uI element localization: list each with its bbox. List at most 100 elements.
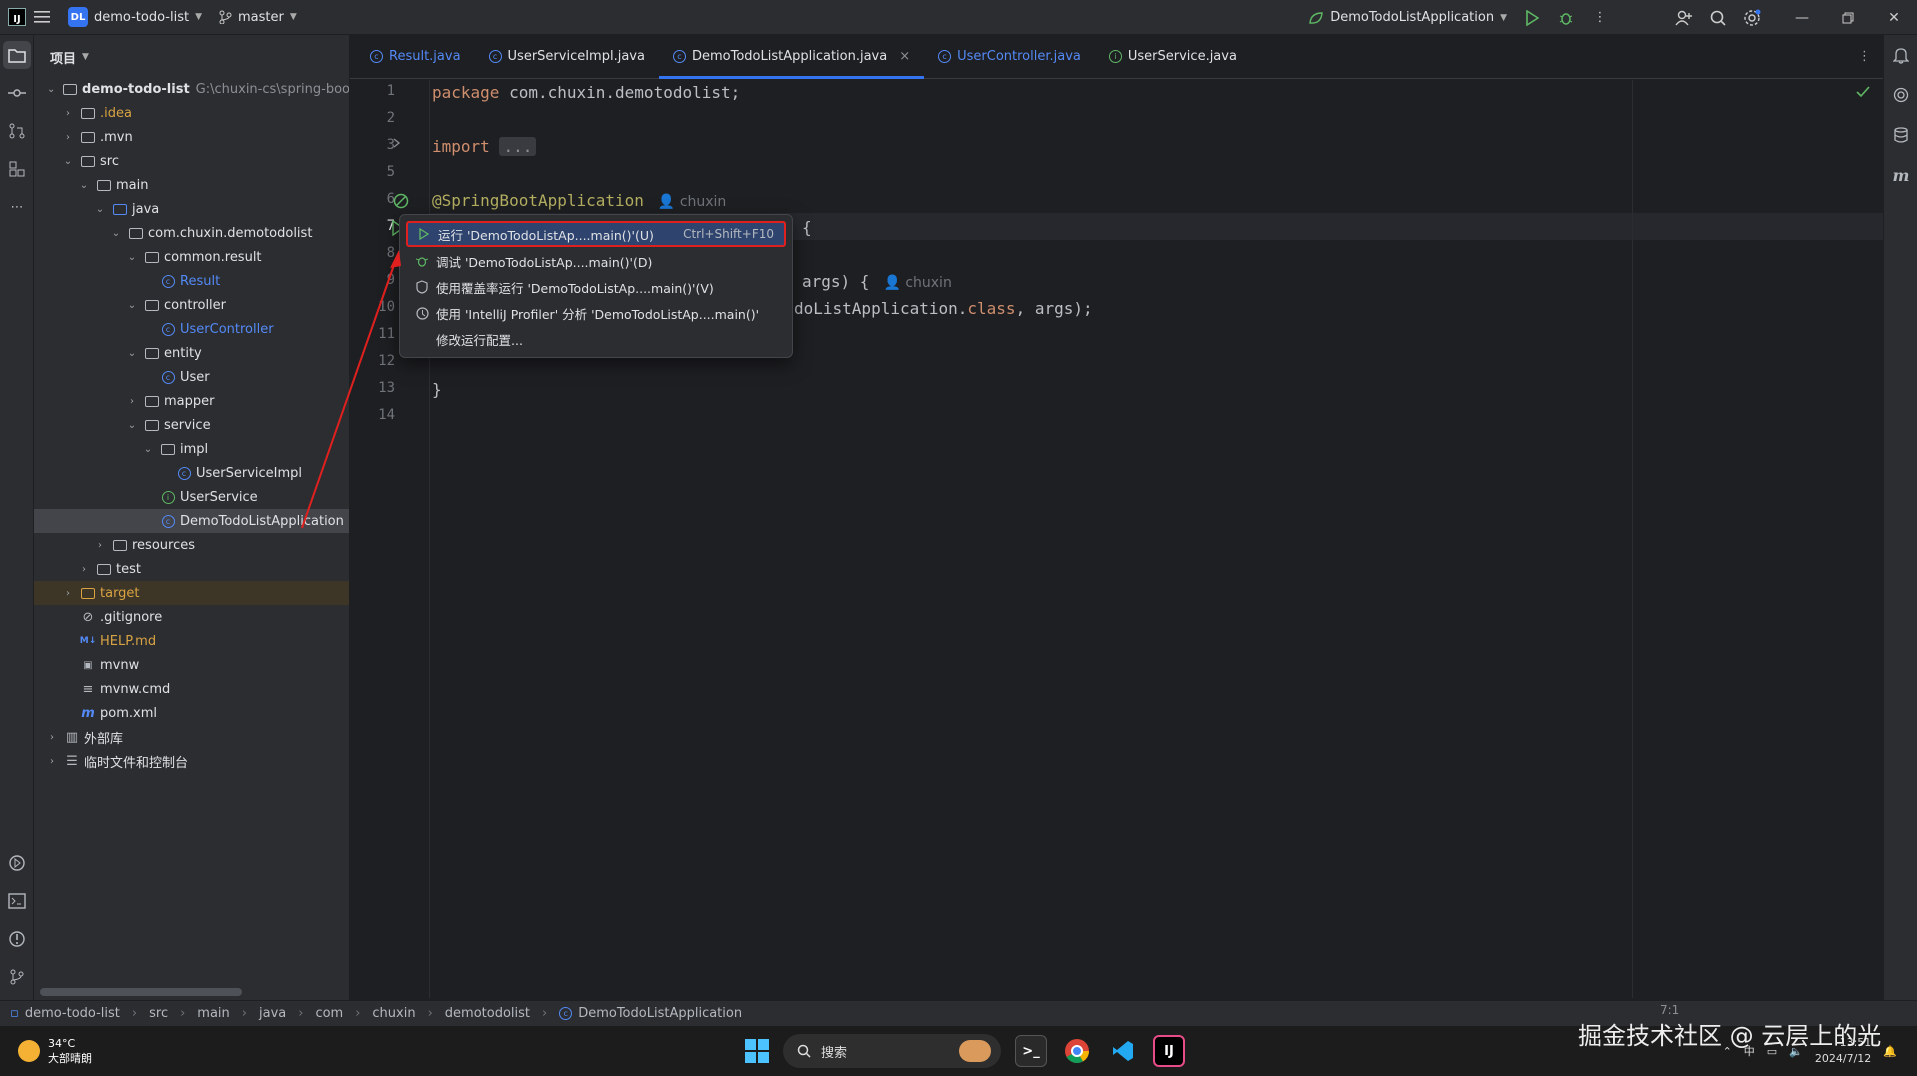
chevron-down-icon[interactable]: ⌄ xyxy=(140,444,156,455)
tree-item[interactable]: › ☰ 临时文件和控制台 xyxy=(34,749,349,773)
tab-result-java[interactable]: c Result.java xyxy=(356,35,475,79)
settings-button[interactable] xyxy=(1735,0,1769,35)
tree-item[interactable]: ⌄ main xyxy=(34,173,349,197)
tree-item[interactable]: c UserController xyxy=(34,317,349,341)
chevron-right-icon[interactable]: › xyxy=(60,588,76,599)
services-tool-button[interactable] xyxy=(3,849,31,877)
tab-usercontroller-java[interactable]: c UserController.java xyxy=(924,35,1095,79)
breadcrumb-item[interactable]: chuxin xyxy=(372,1006,415,1021)
tree-item[interactable]: › .idea xyxy=(34,101,349,125)
intellij-app-icon[interactable]: IJ xyxy=(1153,1035,1185,1067)
tree-item[interactable]: › ▥ 外部库 xyxy=(34,725,349,749)
tab-userservice-java[interactable]: i UserService.java xyxy=(1095,35,1251,79)
terminal-tool-button[interactable] xyxy=(3,887,31,915)
close-window-button[interactable]: ✕ xyxy=(1871,0,1917,35)
menu-item-run-with-coverage[interactable]: 使用覆盖率运行 'DemoTodoListAp....main()'(V) xyxy=(406,274,786,300)
structure-tool-button[interactable] xyxy=(3,155,31,183)
windows-start-icon[interactable] xyxy=(745,1039,769,1063)
chevron-down-icon[interactable]: ⌄ xyxy=(124,348,140,359)
chrome-app-icon[interactable] xyxy=(1061,1035,1093,1067)
taskbar-search[interactable]: 搜索 xyxy=(783,1034,1001,1068)
chevron-right-icon[interactable]: › xyxy=(92,540,108,551)
tree-item[interactable]: › .mvn xyxy=(34,125,349,149)
chevron-right-icon[interactable]: › xyxy=(60,132,76,143)
restore-button[interactable] xyxy=(1825,0,1871,35)
author-hint[interactable]: 👤 chuxin xyxy=(658,194,726,210)
no-problems-check-icon[interactable] xyxy=(1856,86,1870,98)
weather-widget[interactable]: 34°C 大部晴朗 xyxy=(18,1037,92,1066)
spring-bean-gutter-icon[interactable] xyxy=(392,192,410,210)
project-horizontal-scrollbar[interactable] xyxy=(40,988,242,996)
tree-item[interactable]: ⌄ java xyxy=(34,197,349,221)
folded-imports[interactable]: ... xyxy=(499,137,537,156)
commit-tool-button[interactable] xyxy=(3,79,31,107)
tree-item[interactable]: ⌄ src xyxy=(34,149,349,173)
tree-item[interactable]: ⌄ entity xyxy=(34,341,349,365)
tree-item[interactable]: ≡ mvnw.cmd xyxy=(34,677,349,701)
problems-tool-button[interactable] xyxy=(3,925,31,953)
tree-item[interactable]: c UserServiceImpl xyxy=(34,461,349,485)
debug-button[interactable] xyxy=(1549,0,1583,35)
tab-userserviceimpl-java[interactable]: c UserServiceImpl.java xyxy=(475,35,659,79)
run-config-selector[interactable]: DemoTodoListApplication ▼ xyxy=(1300,0,1515,35)
breadcrumb-item[interactable]: demotodolist xyxy=(445,1006,530,1021)
tree-item[interactable]: › resources xyxy=(34,533,349,557)
more-actions-button[interactable]: ⋮ xyxy=(1583,0,1617,35)
chevron-down-icon[interactable]: ⌄ xyxy=(124,300,140,311)
breadcrumb-item[interactable]: src xyxy=(149,1006,168,1021)
database-tool-button[interactable] xyxy=(1887,121,1915,149)
ai-assistant-tool-button[interactable] xyxy=(1887,81,1915,109)
author-hint[interactable]: 👤 chuxin xyxy=(883,275,951,291)
menu-item-profile[interactable]: 使用 'IntelliJ Profiler' 分析 'DemoTodoListA… xyxy=(406,300,786,326)
tree-item[interactable]: ▣ mvnw xyxy=(34,653,349,677)
fold-chevron-icon[interactable] xyxy=(392,138,402,148)
terminal-app-icon[interactable]: >_ xyxy=(1015,1035,1047,1067)
menu-item-run[interactable]: 运行 'DemoTodoListAp....main()'(U) Ctrl+Sh… xyxy=(406,221,786,247)
git-tool-button[interactable] xyxy=(3,963,31,991)
project-tool-button[interactable] xyxy=(3,41,31,69)
chevron-right-icon[interactable]: › xyxy=(124,396,140,407)
chevron-right-icon[interactable]: › xyxy=(76,564,92,575)
project-panel-header[interactable]: 项目 ▼ xyxy=(34,35,349,79)
notifications-tool-button[interactable] xyxy=(1887,41,1915,69)
chevron-right-icon[interactable]: › xyxy=(44,756,60,767)
tree-item[interactable]: ⊘ .gitignore xyxy=(34,605,349,629)
tree-item[interactable]: M↓ HELP.md xyxy=(34,629,349,653)
pull-requests-tool-button[interactable] xyxy=(3,117,31,145)
breadcrumb-item[interactable]: demo-todo-list xyxy=(25,1006,120,1021)
main-menu-button[interactable] xyxy=(26,0,60,35)
chevron-down-icon[interactable]: ⌄ xyxy=(60,156,76,167)
menu-item-debug[interactable]: 调试 'DemoTodoListAp....main()'(D) xyxy=(406,248,786,274)
breadcrumb-item[interactable]: main xyxy=(197,1006,229,1021)
caret-position[interactable]: 7:1 xyxy=(1660,1003,1679,1017)
chevron-right-icon[interactable]: › xyxy=(60,108,76,119)
breadcrumb-item[interactable]: com xyxy=(315,1006,343,1021)
tree-item[interactable]: m pom.xml xyxy=(34,701,349,725)
tree-item[interactable]: ⌄ impl xyxy=(34,437,349,461)
chevron-down-icon[interactable]: ⌄ xyxy=(124,420,140,431)
tree-item[interactable]: c Result xyxy=(34,269,349,293)
tree-item[interactable]: › mapper xyxy=(34,389,349,413)
more-tools-button[interactable]: ⋯ xyxy=(3,193,31,221)
tree-item[interactable]: c DemoTodoListApplication xyxy=(34,509,349,533)
tab-demotodolistapplication-java[interactable]: c DemoTodoListApplication.java × xyxy=(658,35,925,79)
close-tab-icon[interactable]: × xyxy=(899,49,910,64)
breadcrumb-item[interactable]: java xyxy=(259,1006,286,1021)
minimize-button[interactable]: — xyxy=(1779,0,1825,35)
menu-item-modify-run-config[interactable]: 修改运行配置... xyxy=(406,326,786,352)
chevron-right-icon[interactable]: › xyxy=(44,732,60,743)
intellij-logo-icon[interactable]: IJ xyxy=(8,8,26,26)
tree-item[interactable]: ⌄ com.chuxin.demotodolist xyxy=(34,221,349,245)
tree-item[interactable]: ⌄ common.result xyxy=(34,245,349,269)
tree-item[interactable]: › test xyxy=(34,557,349,581)
chevron-down-icon[interactable]: ⌄ xyxy=(76,180,92,191)
tree-item[interactable]: ⌄ demo-todo-list G:\chuxin-cs\spring-boo xyxy=(34,77,349,101)
run-button[interactable] xyxy=(1515,0,1549,35)
chevron-down-icon[interactable]: ⌄ xyxy=(124,252,140,263)
branch-selector[interactable]: master ▼ xyxy=(210,0,305,35)
project-selector[interactable]: DL demo-todo-list ▼ xyxy=(60,0,210,35)
vscode-app-icon[interactable] xyxy=(1107,1035,1139,1067)
chevron-down-icon[interactable]: ⌄ xyxy=(92,204,108,215)
notification-bell-icon[interactable]: 🔔 xyxy=(1883,1045,1897,1058)
breadcrumb-item[interactable]: DemoTodoListApplication xyxy=(578,1006,742,1021)
